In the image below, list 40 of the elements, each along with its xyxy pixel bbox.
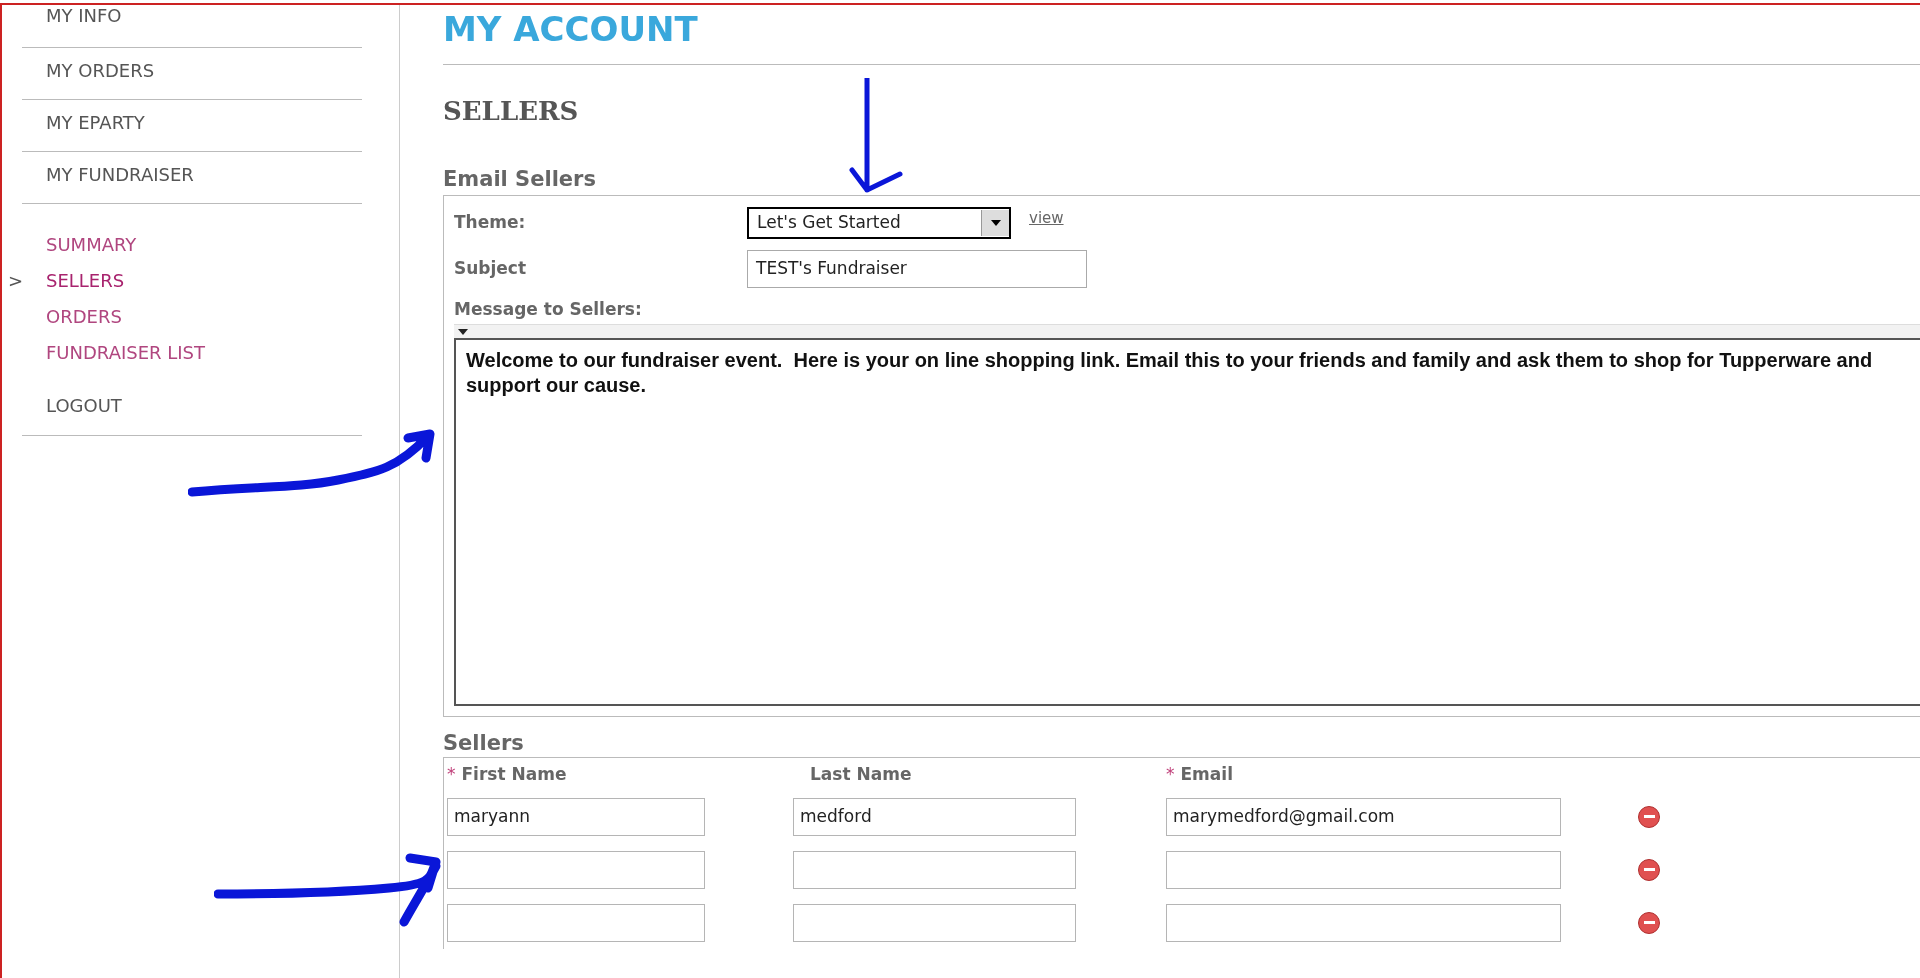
sellers-title: Sellers [443,730,525,757]
field-label: Subject [454,257,528,281]
column-header: Last Name [810,763,912,787]
current-marker: > [8,268,24,293]
table-input[interactable] [1166,903,1561,942]
required-mark: * [1166,763,1175,787]
sidebar-item[interactable]: MY EPARTY [46,112,145,133]
sidebar-item[interactable]: MY ORDERS [46,60,155,81]
sidebar-item[interactable]: MY FUNDRAISER [46,164,194,185]
table-input[interactable] [447,850,705,889]
sidebar-subitem[interactable]: SUMMARY [46,230,137,258]
message-field[interactable]: Welcome to our fundraiser event. Here is your on line shopping link. Email this to your friends and family and ask them to shop for Tupperware and support our cause. [454,338,1920,706]
logout-link[interactable]: LOGOUT [46,395,122,416]
table-input[interactable] [793,903,1076,942]
table-input[interactable]: marymedford@gmail.com [1166,797,1561,836]
section-title: SELLERS [443,95,580,127]
table-input[interactable] [447,903,705,942]
table-input[interactable]: medford [793,797,1076,836]
remove-button[interactable] [1638,911,1660,934]
sidebar-subitem[interactable]: FUNDRAISER LIST [46,338,206,366]
view-link[interactable]: view [1029,206,1064,230]
remove-button[interactable] [1638,805,1660,828]
table-input[interactable] [1166,850,1561,889]
remove-button[interactable] [1638,858,1660,881]
caret-icon [458,328,468,335]
field-label: Message to Sellers: [454,298,643,321]
required-mark: * [447,763,456,787]
sidebar-item[interactable]: MY INFO [46,3,122,29]
field-label: Theme: [454,211,527,235]
table-input[interactable] [793,850,1076,889]
theme-select[interactable]: Let's Get Started [747,207,1011,239]
page-title: MY ACCOUNT [443,9,698,49]
form-title: Email Sellers [443,166,597,193]
sidebar-subitem[interactable]: ORDERS [46,302,122,330]
table-input[interactable]: maryann [447,797,705,836]
caret-icon [990,220,1001,226]
sidebar-subitem[interactable]: SELLERS [46,266,125,294]
subject-field[interactable]: TEST's Fundraiser [747,250,1087,288]
column-header: Email [1180,763,1233,787]
column-header: First Name [461,763,567,787]
